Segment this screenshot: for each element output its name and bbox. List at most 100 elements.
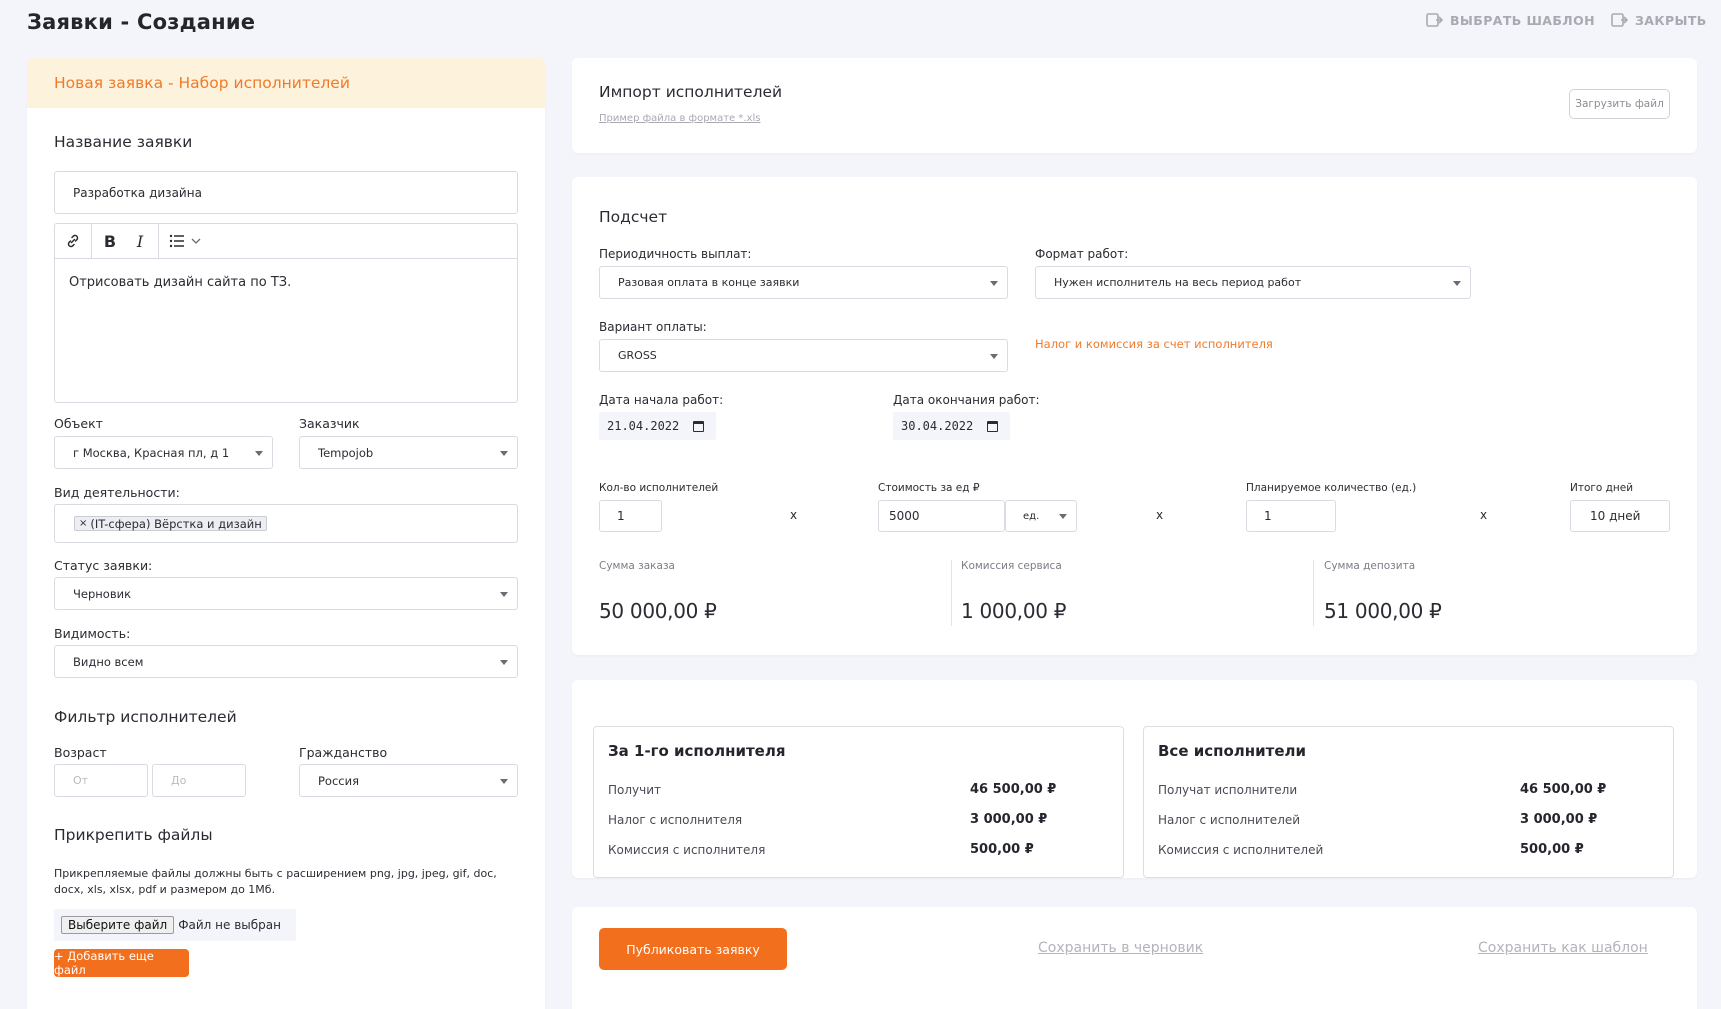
citizenship-label: Гражданство — [299, 745, 388, 760]
request-name-value: Разработка дизайна — [73, 185, 202, 200]
summary-row-label: Комиссия с исполнителя — [608, 843, 766, 857]
request-name-input[interactable]: Разработка дизайна — [54, 171, 518, 214]
start-date-input[interactable]: 21.04.2022 — [599, 412, 716, 440]
planned-qty-value: 1 — [1264, 509, 1272, 523]
choose-file-button[interactable]: Выберите файл — [61, 916, 175, 934]
exit-icon — [1611, 13, 1628, 27]
customer-label: Заказчик — [299, 416, 360, 431]
object-label: Объект — [54, 416, 103, 431]
chevron-down-icon — [990, 353, 998, 359]
age-from-placeholder: От — [73, 774, 89, 787]
age-to-input[interactable]: До — [152, 764, 246, 797]
calendar-icon[interactable] — [693, 420, 705, 432]
payment-variant-select[interactable]: GROSS — [599, 339, 1008, 372]
link-icon[interactable] — [63, 231, 83, 251]
summary-row-value: 46 500,00 ₽ — [970, 782, 1057, 797]
chevron-down-icon — [500, 591, 508, 597]
total-days-label: Итого дней — [1570, 482, 1634, 494]
choose-template-label: ВЫБРАТЬ ШАБЛОН — [1450, 13, 1595, 28]
work-format-value: Нужен исполнитель на весь период работ — [1054, 276, 1302, 289]
top-bar: Заявки - Создание ВЫБРАТЬ ШАБЛОН ЗАКРЫТЬ — [0, 0, 1721, 48]
customer-select[interactable]: Tempojob — [299, 436, 518, 469]
payment-period-select[interactable]: Разовая оплата в конце заявки — [599, 266, 1008, 299]
list-group[interactable] — [159, 224, 209, 258]
attach-hint: Прикрепляемые файлы должны быть с расшир… — [54, 867, 497, 896]
import-card: Импорт исполнителей Пример файла в форма… — [572, 58, 1697, 153]
save-draft-link[interactable]: Сохранить в черновик — [1038, 940, 1203, 956]
example-file-link[interactable]: Пример файла в формате *.xls — [599, 113, 760, 124]
workers-count-input[interactable]: 1 — [599, 500, 662, 532]
close-label: ЗАКРЫТЬ — [1635, 13, 1707, 28]
citizenship-value: Россия — [318, 773, 360, 788]
bullet-list-icon[interactable] — [167, 231, 187, 251]
service-fee-value: 1 000,00 ₽ — [961, 599, 1067, 623]
unit-price-label: Стоимость за ед ₽ — [878, 482, 980, 494]
no-file-text: Файл не выбран — [178, 918, 281, 932]
filter-title: Фильтр исполнителей — [54, 708, 237, 726]
divider — [951, 560, 952, 626]
all-workers-title: Все исполнители — [1158, 742, 1307, 760]
page-title: Заявки - Создание — [27, 10, 256, 34]
tag-remove-icon[interactable]: × — [79, 518, 87, 529]
unit-select[interactable]: ед. — [1005, 500, 1077, 532]
workers-count-value: 1 — [617, 509, 625, 523]
add-file-button[interactable]: + Добавить еще файл — [54, 949, 189, 977]
chevron-down-icon — [500, 659, 508, 665]
calculation-card: Подсчет Периодичность выплат: Разовая оп… — [572, 177, 1697, 655]
status-value: Черновик — [73, 586, 132, 601]
summary-row-label: Налог с исполнителя — [608, 813, 743, 827]
work-format-select[interactable]: Нужен исполнитель на весь период работ — [1035, 266, 1471, 299]
activity-label: Вид деятельности: — [54, 485, 180, 500]
publish-button[interactable]: Публиковать заявку — [599, 928, 787, 970]
summary-row-label: Получат исполнители — [1158, 783, 1298, 797]
bold-icon[interactable]: B — [100, 231, 120, 251]
chevron-down-icon — [1059, 514, 1067, 519]
unit-value: ед. — [1023, 510, 1040, 522]
object-value: г Москва, Красная пл, д 1 — [73, 445, 230, 460]
save-template-link[interactable]: Сохранить как шаблон — [1478, 940, 1648, 956]
tax-note: Налог и комиссия за счет исполнителя — [1035, 337, 1273, 351]
age-from-input[interactable]: От — [54, 764, 148, 797]
total-days-input[interactable]: 10 дней — [1570, 500, 1670, 532]
all-workers-summary: Все исполнители Получат исполнители 46 5… — [1143, 726, 1674, 878]
unit-price-value: 5000 — [889, 509, 920, 523]
activity-tag[interactable]: × (IT-сфера) Вёрстка и дизайн — [74, 516, 267, 531]
object-select[interactable]: г Москва, Красная пл, д 1 — [54, 436, 273, 469]
format-group: B I — [92, 224, 159, 258]
summary-row-label: Комиссия с исполнителей — [1158, 843, 1324, 857]
multiply-sign: x — [1480, 508, 1488, 522]
multiply-sign: x — [1156, 508, 1164, 522]
template-icon — [1426, 13, 1443, 27]
end-date-label: Дата окончания работ: — [893, 393, 1040, 407]
payment-variant-label: Вариант оплаты: — [599, 320, 707, 334]
unit-price-input[interactable]: 5000 — [878, 500, 1005, 532]
per-worker-summary: За 1-го исполнителя Получит 46 500,00 ₽ … — [593, 726, 1124, 878]
summary-row-value: 3 000,00 ₽ — [1520, 812, 1598, 827]
planned-qty-input[interactable]: 1 — [1246, 500, 1336, 532]
payment-period-label: Периодичность выплат: — [599, 247, 752, 261]
choose-template-button[interactable]: ВЫБРАТЬ ШАБЛОН — [1426, 13, 1595, 28]
calc-title: Подсчет — [599, 208, 668, 226]
file-input[interactable]: Выберите файл Файл не выбран — [54, 909, 296, 941]
summary-row-label: Налог с исполнителей — [1158, 813, 1301, 827]
planned-qty-label: Планируемое количество (ед.) — [1246, 482, 1417, 494]
visibility-select[interactable]: Видно всем — [54, 645, 518, 678]
request-name-label: Название заявки — [54, 133, 193, 151]
close-button[interactable]: ЗАКРЫТЬ — [1611, 13, 1707, 28]
activity-multiselect[interactable]: × (IT-сфера) Вёрстка и дизайн — [54, 504, 518, 543]
description-text: Отрисовать дизайн сайта по ТЗ. — [69, 275, 292, 290]
upload-file-button[interactable]: Загрузить файл — [1569, 89, 1670, 119]
divider — [1313, 560, 1314, 626]
citizenship-select[interactable]: Россия — [299, 764, 518, 797]
deposit-sum-label: Сумма депозита — [1324, 560, 1416, 572]
order-sum-value: 50 000,00 ₽ — [599, 599, 717, 623]
chevron-down-icon — [500, 778, 508, 784]
italic-icon[interactable]: I — [130, 231, 150, 251]
service-fee-label: Комиссия сервиса — [961, 560, 1062, 572]
chevron-down-icon — [990, 280, 998, 286]
status-select[interactable]: Черновик — [54, 577, 518, 610]
attach-title: Прикрепить файлы — [54, 826, 213, 844]
end-date-input[interactable]: 30.04.2022 — [893, 412, 1010, 440]
calendar-icon[interactable] — [987, 420, 999, 432]
description-editor[interactable]: B I Отрисовать дизайн сайта по ТЗ. — [54, 223, 518, 403]
